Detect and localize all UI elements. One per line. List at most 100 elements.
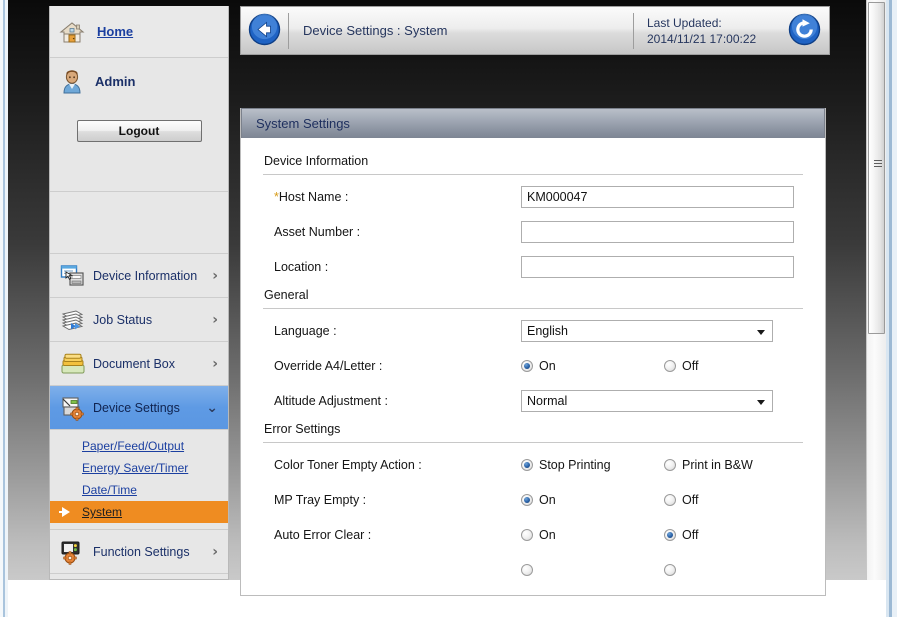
device-information-icon xyxy=(60,263,86,289)
sidebar-sub-label: Energy Saver/Timer xyxy=(82,461,189,475)
sidebar-admin-label: Admin xyxy=(95,73,136,89)
radio-icon xyxy=(664,493,676,506)
field-row-altitude-adjustment: Altitude Adjustment : Normal xyxy=(263,383,803,418)
field-label: *Host Name : xyxy=(274,189,349,204)
sidebar-item-device-settings[interactable]: Device Settings ⌄ xyxy=(50,386,228,430)
section-title: General xyxy=(264,288,309,302)
field-label: Altitude Adjustment : xyxy=(274,393,388,408)
field-row-language: Language : English xyxy=(263,313,803,348)
device-settings-icon xyxy=(60,395,86,421)
chevron-down-icon xyxy=(757,399,765,405)
sidebar-item-device-information[interactable]: Device Information › xyxy=(50,254,228,298)
sidebar-submenu-device-settings: Paper/Feed/Output Energy Saver/Timer Dat… xyxy=(50,430,228,530)
main-content: Device Settings : System Last Updated: 2… xyxy=(240,6,830,596)
sidebar-item-job-status[interactable]: Job Status › xyxy=(50,298,228,342)
refresh-icon[interactable] xyxy=(788,13,821,49)
radio-stop-printing[interactable]: Stop Printing xyxy=(521,458,664,472)
panel-body: Device Information *Host Name : Asset Nu… xyxy=(241,138,825,595)
host-name-input[interactable] xyxy=(521,185,794,208)
sidebar-label: Job Status xyxy=(93,312,153,327)
document-box-icon xyxy=(60,351,86,377)
chevron-right-icon: › xyxy=(212,267,218,284)
breadcrumb: Device Settings : System xyxy=(303,23,448,38)
radio-label: On xyxy=(539,358,556,373)
sidebar-item-energy-saver-timer[interactable]: Energy Saver/Timer xyxy=(50,457,228,479)
field-row-mp-tray-empty: MP Tray Empty : On Off xyxy=(263,482,803,517)
sidebar-spacer xyxy=(50,192,228,254)
sidebar-label: Function Settings xyxy=(93,544,190,559)
radio-print-in-bw[interactable]: Print in B&W xyxy=(664,458,753,472)
radio-label: Off xyxy=(682,492,699,507)
sidebar-item-function-settings[interactable]: Function Settings › xyxy=(50,530,228,574)
auto-error-clear-radio-group: On Off xyxy=(521,528,803,542)
clipped-radio-group xyxy=(521,563,803,576)
sidebar-sub-label: Paper/Feed/Output xyxy=(82,439,185,453)
sidebar-item-network-settings[interactable]: Network Settings › xyxy=(50,574,228,579)
function-settings-icon xyxy=(60,539,86,565)
radio-mp-tray-off[interactable]: Off xyxy=(664,493,698,507)
network-settings-icon xyxy=(60,576,86,579)
panel-title: System Settings xyxy=(241,108,825,138)
sidebar-item-system[interactable]: System xyxy=(50,501,228,523)
sidebar-item-date-time[interactable]: Date/Time xyxy=(50,479,228,501)
sidebar-item-home[interactable]: Home xyxy=(50,6,228,58)
radio-label: On xyxy=(539,492,556,507)
sidebar-item-document-box[interactable]: Document Box › xyxy=(50,342,228,386)
window-right-border-outer xyxy=(892,0,897,617)
field-label: Language : xyxy=(274,323,337,338)
radio-clipped-a[interactable] xyxy=(521,563,664,576)
altitude-adjustment-value: Normal xyxy=(527,393,568,408)
radio-icon xyxy=(521,493,533,506)
asset-number-input[interactable] xyxy=(521,220,794,243)
field-label: Asset Number : xyxy=(274,224,361,239)
sidebar-home-label[interactable]: Home xyxy=(97,24,133,39)
section-divider xyxy=(263,308,803,309)
sidebar: Home Admin Logout Device Information › J… xyxy=(49,6,229,580)
section-divider xyxy=(263,442,803,443)
window-left-border-inner xyxy=(5,0,8,617)
language-select-value: English xyxy=(527,323,568,338)
field-row-override-a4-letter: Override A4/Letter : On Off xyxy=(263,348,803,383)
job-status-icon xyxy=(60,307,86,333)
logout-button[interactable]: Logout xyxy=(76,120,202,142)
sidebar-label: Device Information xyxy=(93,268,198,283)
radio-icon xyxy=(664,458,676,471)
radio-label: Stop Printing xyxy=(539,457,611,472)
sidebar-item-paper-feed-output[interactable]: Paper/Feed/Output xyxy=(50,435,228,457)
radio-label: Off xyxy=(682,527,699,542)
user-avatar-icon xyxy=(59,68,85,94)
house-icon xyxy=(59,19,85,45)
chevron-right-icon: › xyxy=(212,543,218,560)
sidebar-sub-label: System xyxy=(82,505,123,519)
chevron-right-icon: › xyxy=(212,311,218,328)
sidebar-label: Device Settings xyxy=(93,400,180,415)
color-toner-empty-action-radio-group: Stop Printing Print in B&W xyxy=(521,458,803,472)
radio-override-off[interactable]: Off xyxy=(664,359,698,373)
language-select[interactable]: English xyxy=(521,319,773,342)
radio-auto-error-clear-on[interactable]: On xyxy=(521,528,664,542)
radio-icon xyxy=(521,458,533,471)
back-arrow-icon[interactable] xyxy=(248,13,281,49)
radio-label: On xyxy=(539,527,556,542)
radio-override-on[interactable]: On xyxy=(521,359,664,373)
field-row-asset-number: Asset Number : xyxy=(263,214,803,249)
location-input[interactable] xyxy=(521,255,794,278)
radio-clipped-b[interactable] xyxy=(664,563,676,576)
field-row-location: Location : xyxy=(263,249,803,284)
chevron-down-icon xyxy=(757,329,765,335)
field-label: Location : xyxy=(274,259,329,274)
field-label: Override A4/Letter : xyxy=(274,358,383,373)
browser-viewport: Home Admin Logout Device Information › J… xyxy=(0,0,897,617)
radio-icon xyxy=(521,563,533,576)
field-label: Color Toner Empty Action : xyxy=(274,457,422,472)
radio-icon xyxy=(664,563,676,576)
last-updated: Last Updated: 2014/11/21 17:00:22 xyxy=(634,15,784,47)
last-updated-label: Last Updated: xyxy=(647,15,722,30)
radio-auto-error-clear-off[interactable]: Off xyxy=(664,528,698,542)
field-row-color-toner-empty-action: Color Toner Empty Action : Stop Printing… xyxy=(263,447,803,482)
radio-mp-tray-on[interactable]: On xyxy=(521,493,664,507)
current-page-arrow-icon xyxy=(59,507,70,517)
altitude-adjustment-select[interactable]: Normal xyxy=(521,389,773,412)
chevron-down-icon: ⌄ xyxy=(206,399,218,416)
radio-icon xyxy=(521,359,533,372)
